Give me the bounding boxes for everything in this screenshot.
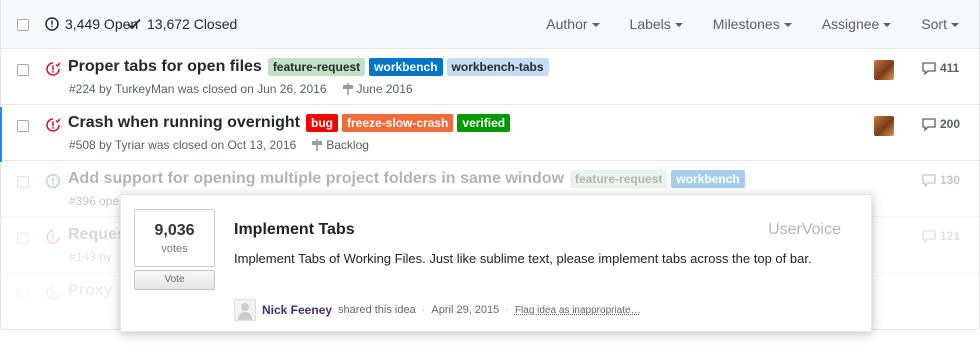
issue-checkbox[interactable]	[17, 64, 29, 76]
idea-footer: Nick Feeney shared this idea · April 29,…	[234, 299, 641, 321]
sort-filter[interactable]: Sort	[921, 16, 959, 32]
comment-icon	[922, 61, 936, 75]
row-focus-indicator	[0, 107, 2, 162]
sort-filter-label: Sort	[921, 16, 947, 32]
issues-list-header: 3,449 Open 13,672 Closed Author Labels M…	[1, 0, 979, 49]
issue-closed-icon	[46, 230, 60, 244]
issue-meta: #508 by Tyriar was closed on Oct 13, 201…	[69, 138, 297, 152]
closed-issues-filter[interactable]: 13,672 Closed	[127, 16, 237, 32]
vote-count: 9,036	[154, 222, 195, 239]
comment-count: 411	[940, 61, 960, 75]
issue-label[interactable]: feature-request	[267, 58, 366, 76]
issue-title-link[interactable]: Add support for opening multiple project…	[68, 170, 564, 188]
issue-title-link[interactable]: Proper tabs for open files	[68, 58, 262, 76]
closed-count: 13,672 Closed	[147, 16, 238, 32]
assignee-filter[interactable]: Assignee	[822, 16, 892, 32]
check-icon	[127, 18, 141, 30]
assignee-avatar[interactable]	[874, 60, 894, 80]
separator-dot: ·	[421, 304, 426, 316]
milestone-icon	[312, 139, 323, 151]
issue-checkbox[interactable]	[17, 120, 29, 132]
issue-milestone[interactable]: June 2016	[357, 82, 413, 96]
issue-open-icon	[46, 174, 60, 188]
issue-meta: #143 by	[69, 250, 112, 264]
comment-icon	[922, 117, 936, 131]
labels-filter-label: Labels	[629, 16, 671, 32]
filter-bar: Author Labels Milestones Assignee Sort	[546, 16, 979, 32]
issue-label[interactable]: verified	[457, 114, 511, 132]
assignee-filter-label: Assignee	[821, 16, 880, 32]
comment-count: 121	[940, 229, 961, 243]
issue-label[interactable]: feature-request	[570, 170, 668, 188]
issue-row: Crash when running overnight bug freeze-…	[1, 105, 979, 161]
comment-icon	[922, 229, 936, 243]
author-filter-label: Author	[546, 16, 588, 32]
select-all-checkbox[interactable]	[17, 19, 29, 31]
labels-filter[interactable]: Labels	[630, 16, 683, 32]
comments-link[interactable]: 130	[922, 173, 960, 187]
issue-title-link[interactable]: Crash when running overnight	[68, 114, 300, 132]
assignee-avatar[interactable]	[874, 116, 894, 136]
issue-meta: #396 ope	[69, 194, 120, 208]
uservoice-brand: UserVoice	[768, 221, 841, 238]
issue-label[interactable]: workbench	[671, 170, 745, 188]
issue-checkbox[interactable]	[17, 288, 29, 300]
idea-title[interactable]: Implement Tabs	[234, 221, 355, 239]
issue-checkbox[interactable]	[17, 176, 29, 188]
comments-link[interactable]: 121	[922, 229, 960, 243]
idea-date: April 29, 2015	[431, 304, 500, 316]
open-issues-filter[interactable]: 3,449 Open	[45, 16, 138, 32]
user-avatar-icon	[234, 299, 256, 321]
flag-idea-link[interactable]: Flag idea as inappropriate…	[515, 305, 641, 316]
comment-count: 200	[940, 117, 961, 131]
caret-down-icon	[591, 23, 600, 27]
issue-open-icon	[45, 17, 59, 31]
issue-row: Proper tabs for open files feature-reque…	[1, 49, 979, 105]
milestone-icon	[342, 83, 353, 95]
caret-down-icon	[783, 23, 792, 27]
uservoice-idea-popup: 9,036 votes Vote Implement Tabs UserVoic…	[120, 194, 872, 332]
author-filter[interactable]: Author	[546, 16, 600, 32]
vote-button[interactable]: Vote	[134, 270, 215, 290]
milestones-filter[interactable]: Milestones	[713, 16, 792, 32]
issue-label[interactable]: freeze-slow-crash	[342, 114, 454, 132]
shared-text: shared this idea	[338, 304, 416, 316]
comments-link[interactable]: 411	[922, 61, 959, 75]
issue-label[interactable]: bug	[306, 114, 339, 132]
caret-down-icon	[883, 23, 892, 27]
issue-checkbox[interactable]	[17, 232, 29, 244]
vote-count-label: votes	[161, 243, 188, 255]
issue-closed-icon	[46, 286, 60, 300]
issue-closed-icon	[46, 118, 61, 132]
caret-down-icon	[951, 23, 959, 27]
issue-meta: #224 by TurkeyMan was closed on Jun 26, …	[69, 82, 327, 96]
idea-description: Implement Tabs of Working Files. Just li…	[234, 251, 812, 266]
milestones-filter-label: Milestones	[712, 16, 780, 32]
separator-dot: ·	[505, 304, 509, 316]
issue-title-link[interactable]: Proxy	[68, 282, 112, 300]
issue-title-link[interactable]: Reques	[68, 226, 126, 244]
issue-label[interactable]: workbench	[369, 58, 443, 76]
issue-closed-icon	[46, 62, 61, 76]
idea-author-link[interactable]: Nick Feeney	[262, 303, 332, 317]
vote-count-box: 9,036 votes	[134, 209, 215, 267]
issue-milestone[interactable]: Backlog	[326, 138, 369, 152]
issue-label[interactable]: workbench-tabs	[446, 58, 549, 76]
comments-link[interactable]: 200	[922, 117, 960, 131]
comment-icon	[922, 173, 936, 187]
comment-count: 130	[940, 173, 961, 187]
caret-down-icon	[674, 23, 683, 27]
